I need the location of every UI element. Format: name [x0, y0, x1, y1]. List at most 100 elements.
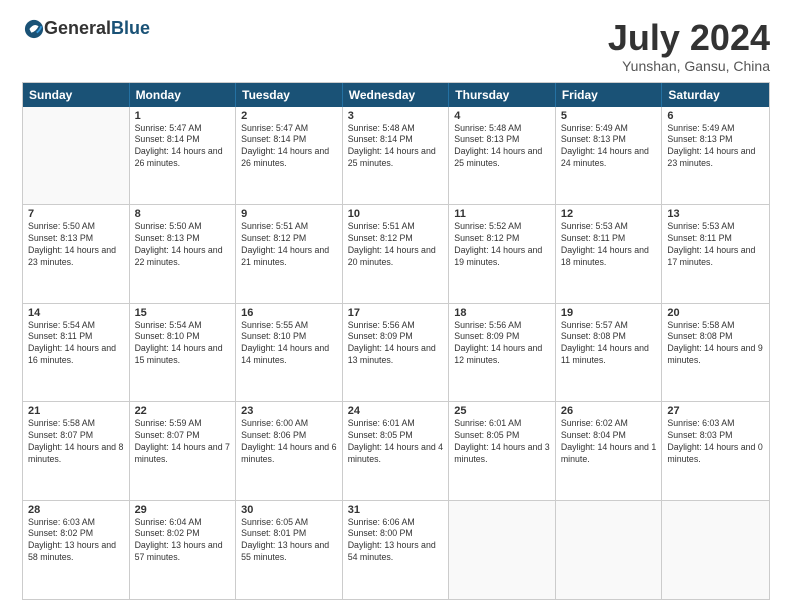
day-number: 23 — [241, 405, 337, 417]
cell-info: Sunrise: 5:55 AMSunset: 8:10 PMDaylight:… — [241, 320, 337, 368]
calendar-row: 7Sunrise: 5:50 AMSunset: 8:13 PMDaylight… — [23, 205, 769, 303]
day-number: 10 — [348, 208, 444, 220]
day-number: 27 — [667, 405, 764, 417]
logo-blue-text: Blue — [111, 18, 150, 39]
cell-info: Sunrise: 5:56 AMSunset: 8:09 PMDaylight:… — [454, 320, 550, 368]
day-number: 25 — [454, 405, 550, 417]
day-number: 28 — [28, 504, 124, 516]
cell-info: Sunrise: 5:52 AMSunset: 8:12 PMDaylight:… — [454, 221, 550, 269]
calendar-cell: 1Sunrise: 5:47 AMSunset: 8:14 PMDaylight… — [130, 107, 237, 204]
cell-info: Sunrise: 5:47 AMSunset: 8:14 PMDaylight:… — [241, 123, 337, 171]
calendar-cell: 14Sunrise: 5:54 AMSunset: 8:11 PMDayligh… — [23, 304, 130, 401]
day-number: 16 — [241, 307, 337, 319]
day-number: 31 — [348, 504, 444, 516]
cell-info: Sunrise: 5:53 AMSunset: 8:11 PMDaylight:… — [561, 221, 657, 269]
cell-info: Sunrise: 6:01 AMSunset: 8:05 PMDaylight:… — [348, 418, 444, 466]
header-day-saturday: Saturday — [662, 83, 769, 107]
cell-info: Sunrise: 5:51 AMSunset: 8:12 PMDaylight:… — [241, 221, 337, 269]
cell-info: Sunrise: 6:03 AMSunset: 8:02 PMDaylight:… — [28, 517, 124, 565]
day-number: 1 — [135, 110, 231, 122]
month-title: July 2024 — [608, 18, 770, 58]
calendar: SundayMondayTuesdayWednesdayThursdayFrid… — [22, 82, 770, 600]
calendar-row: 1 Sunrise: 5:47 AMSunset: 8:14 PMDaylight… — [23, 107, 769, 205]
cell-info: Sunrise: 5:50 AMSunset: 8:13 PMDaylight:… — [28, 221, 124, 269]
calendar-row: 14Sunrise: 5:54 AMSunset: 8:11 PMDayligh… — [23, 304, 769, 402]
cell-info: Sunrise: 5:49 AMSunset: 8:13 PMDaylight:… — [667, 123, 764, 171]
day-number: 29 — [135, 504, 231, 516]
header-day-thursday: Thursday — [449, 83, 556, 107]
calendar-cell: 28Sunrise: 6:03 AMSunset: 8:02 PMDayligh… — [23, 501, 130, 599]
calendar-cell — [556, 501, 663, 599]
calendar-cell: 8Sunrise: 5:50 AMSunset: 8:13 PMDaylight… — [130, 205, 237, 302]
cell-info: Sunrise: 6:04 AMSunset: 8:02 PMDaylight:… — [135, 517, 231, 565]
location: Yunshan, Gansu, China — [608, 58, 770, 74]
calendar-cell: 7Sunrise: 5:50 AMSunset: 8:13 PMDaylight… — [23, 205, 130, 302]
calendar-cell: 25Sunrise: 6:01 AMSunset: 8:05 PMDayligh… — [449, 402, 556, 499]
cell-info: Sunrise: 6:06 AMSunset: 8:00 PMDaylight:… — [348, 517, 444, 565]
calendar-cell: 31Sunrise: 6:06 AMSunset: 8:00 PMDayligh… — [343, 501, 450, 599]
cell-info: Sunrise: 5:58 AMSunset: 8:08 PMDaylight:… — [667, 320, 764, 368]
calendar-cell: 11Sunrise: 5:52 AMSunset: 8:12 PMDayligh… — [449, 205, 556, 302]
calendar-cell: 15Sunrise: 5:54 AMSunset: 8:10 PMDayligh… — [130, 304, 237, 401]
day-number: 5 — [561, 110, 657, 122]
title-area: July 2024 Yunshan, Gansu, China — [608, 18, 770, 74]
calendar-cell: 2Sunrise: 5:47 AMSunset: 8:14 PMDaylight… — [236, 107, 343, 204]
calendar-cell: 26Sunrise: 6:02 AMSunset: 8:04 PMDayligh… — [556, 402, 663, 499]
cell-info: Sunrise: 5:48 AMSunset: 8:14 PMDaylight:… — [348, 123, 444, 171]
logo-icon — [24, 19, 44, 39]
day-number: 13 — [667, 208, 764, 220]
cell-info: Sunrise: 5:48 AMSunset: 8:13 PMDaylight:… — [454, 123, 550, 171]
calendar-cell: 23Sunrise: 6:00 AMSunset: 8:06 PMDayligh… — [236, 402, 343, 499]
header: GeneralBlue July 2024 Yunshan, Gansu, Ch… — [22, 18, 770, 74]
calendar-cell: 17Sunrise: 5:56 AMSunset: 8:09 PMDayligh… — [343, 304, 450, 401]
cell-info: Sunrise: 5:53 AMSunset: 8:11 PMDaylight:… — [667, 221, 764, 269]
calendar-cell: 16Sunrise: 5:55 AMSunset: 8:10 PMDayligh… — [236, 304, 343, 401]
calendar-cell: 10Sunrise: 5:51 AMSunset: 8:12 PMDayligh… — [343, 205, 450, 302]
day-number: 20 — [667, 307, 764, 319]
cell-info: Sunrise: 6:02 AMSunset: 8:04 PMDaylight:… — [561, 418, 657, 466]
cell-info: Sunrise: 5:50 AMSunset: 8:13 PMDaylight:… — [135, 221, 231, 269]
day-number: 14 — [28, 307, 124, 319]
cell-info: Sunrise: 6:01 AMSunset: 8:05 PMDaylight:… — [454, 418, 550, 466]
header-day-tuesday: Tuesday — [236, 83, 343, 107]
cell-info: Sunrise: 5:57 AMSunset: 8:08 PMDaylight:… — [561, 320, 657, 368]
calendar-cell: 6Sunrise: 5:49 AMSunset: 8:13 PMDaylight… — [662, 107, 769, 204]
day-number: 7 — [28, 208, 124, 220]
calendar-cell: 3Sunrise: 5:48 AMSunset: 8:14 PMDaylight… — [343, 107, 450, 204]
calendar-cell: 30Sunrise: 6:05 AMSunset: 8:01 PMDayligh… — [236, 501, 343, 599]
cell-info: Sunrise: 5:54 AMSunset: 8:10 PMDaylight:… — [135, 320, 231, 368]
day-number: 24 — [348, 405, 444, 417]
calendar-cell: 18Sunrise: 5:56 AMSunset: 8:09 PMDayligh… — [449, 304, 556, 401]
calendar-cell: 20Sunrise: 5:58 AMSunset: 8:08 PMDayligh… — [662, 304, 769, 401]
day-number: 12 — [561, 208, 657, 220]
day-number: 3 — [348, 110, 444, 122]
logo: GeneralBlue — [22, 18, 150, 39]
calendar-cell: 24Sunrise: 6:01 AMSunset: 8:05 PMDayligh… — [343, 402, 450, 499]
day-number: 2 — [241, 110, 337, 122]
day-number: 22 — [135, 405, 231, 417]
day-number: 4 — [454, 110, 550, 122]
logo-general-text: General — [44, 18, 111, 39]
calendar-cell: 27Sunrise: 6:03 AMSunset: 8:03 PMDayligh… — [662, 402, 769, 499]
calendar-cell: 29Sunrise: 6:04 AMSunset: 8:02 PMDayligh… — [130, 501, 237, 599]
day-number: 30 — [241, 504, 337, 516]
calendar-cell: 5Sunrise: 5:49 AMSunset: 8:13 PMDaylight… — [556, 107, 663, 204]
calendar-body: 1 Sunrise: 5:47 AMSunset: 8:14 PMDaylight… — [23, 107, 769, 599]
calendar-header: SundayMondayTuesdayWednesdayThursdayFrid… — [23, 83, 769, 107]
day-number: 18 — [454, 307, 550, 319]
cell-info: Sunrise: 5:59 AMSunset: 8:07 PMDaylight:… — [135, 418, 231, 466]
cell-info: Sunrise: 5:51 AMSunset: 8:12 PMDaylight:… — [348, 221, 444, 269]
calendar-cell: 12Sunrise: 5:53 AMSunset: 8:11 PMDayligh… — [556, 205, 663, 302]
cell-info: Sunrise: 6:05 AMSunset: 8:01 PMDaylight:… — [241, 517, 337, 565]
header-day-sunday: Sunday — [23, 83, 130, 107]
header-day-wednesday: Wednesday — [343, 83, 450, 107]
day-number: 17 — [348, 307, 444, 319]
calendar-row: 21Sunrise: 5:58 AMSunset: 8:07 PMDayligh… — [23, 402, 769, 500]
calendar-cell — [23, 107, 130, 204]
cell-info: Sunrise: 5:58 AMSunset: 8:07 PMDaylight:… — [28, 418, 124, 466]
cell-info: Sunrise: 5:56 AMSunset: 8:09 PMDaylight:… — [348, 320, 444, 368]
day-number: 11 — [454, 208, 550, 220]
day-number: 9 — [241, 208, 337, 220]
day-number: 26 — [561, 405, 657, 417]
day-number: 19 — [561, 307, 657, 319]
